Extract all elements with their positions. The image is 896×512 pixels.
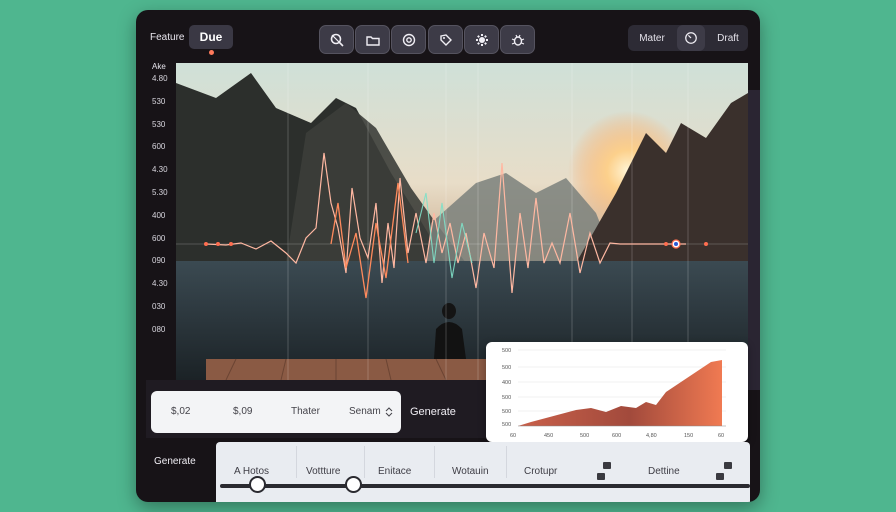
top-toolbar: Feature Due Mater Draft (136, 10, 760, 62)
checkbox[interactable] (716, 473, 724, 480)
tool-debug[interactable] (500, 25, 535, 54)
y-axis-tick: 090 (152, 256, 166, 266)
mini-x-tick: 150 (684, 433, 693, 439)
mini-x-tick: 600 (612, 433, 621, 439)
mini-y-tick: 500 (502, 365, 511, 371)
value-1: $,02 (171, 406, 191, 417)
y-axis-tick: 030 (152, 302, 166, 311)
value-3: Thater (291, 406, 320, 417)
mini-y-tick: 500 (502, 422, 511, 428)
mini-y-tick: 500 (502, 395, 511, 401)
tool-settings[interactable] (464, 25, 499, 54)
checkbox[interactable] (597, 473, 605, 480)
landscape-plot-area (176, 63, 748, 380)
mini-area-chart: 500 500 400 500 500 500 60 450 500 600 4… (486, 342, 748, 442)
checkbox[interactable] (603, 462, 611, 469)
target-icon (402, 33, 415, 46)
column-divider (434, 446, 435, 478)
gear-icon (475, 33, 488, 46)
y-axis-tick: 4.30 (152, 279, 168, 289)
range-slider-start-knob[interactable] (249, 476, 267, 493)
tool-target[interactable] (391, 25, 426, 54)
column-divider (506, 446, 507, 478)
y-axis-tick: 4.30 (152, 165, 168, 175)
mini-x-tick: 60 (718, 433, 724, 439)
bug-icon (511, 34, 524, 46)
timer-button[interactable] (677, 25, 705, 51)
checkbox[interactable] (724, 462, 732, 469)
draft-button[interactable]: Draft (706, 25, 750, 51)
column-header[interactable]: Dettine (648, 466, 680, 477)
table-header-bar: A Hotos Vottture Enitace Wotauin Crotupr… (216, 442, 750, 502)
y-axis-tick: 400 (152, 210, 166, 220)
mini-x-tick: 500 (580, 433, 589, 439)
mini-y-tick: 400 (502, 380, 511, 386)
search-off-icon (330, 33, 344, 47)
tag-icon (439, 33, 452, 46)
column-header[interactable]: Vottture (306, 466, 340, 477)
app-window: Feature Due Mater Draft Ake 4.80 530 530 60… (136, 10, 760, 502)
value-4: Senam (349, 406, 381, 417)
column-header[interactable]: A Hotos (234, 466, 269, 477)
y-axis-tick: 5.30 (152, 188, 168, 197)
range-slider-end-knob[interactable] (344, 476, 362, 493)
y-axis: 4.80 530 530 600 4.30 5.30 400 600 090 4.30 030 080 (144, 74, 176, 374)
due-indicator-dot (209, 50, 214, 55)
column-header[interactable]: Crotupr (524, 466, 557, 477)
mini-y-tick: 500 (502, 409, 511, 415)
values-bar: $,02 $,09 Thater Senam (151, 391, 401, 433)
value-2: $,09 (233, 406, 253, 417)
generate-label-bottom[interactable]: Generate (154, 456, 196, 467)
tool-folder[interactable] (355, 25, 390, 54)
range-slider-track[interactable] (220, 484, 750, 488)
column-divider (296, 446, 297, 478)
clock-icon (685, 32, 697, 44)
mini-x-tick: 60 (510, 433, 516, 439)
tool-search-off[interactable] (319, 25, 354, 54)
column-divider (364, 446, 365, 478)
feature-label: Feature (150, 32, 185, 43)
mini-y-tick: 500 (502, 348, 511, 354)
mini-x-tick: 450 (544, 433, 553, 439)
y-axis-title: Ake (152, 62, 166, 71)
tool-tag[interactable] (428, 25, 463, 54)
sort-icon (385, 407, 393, 417)
mini-x-tick: 4,80 (646, 433, 657, 439)
y-axis-tick: 4.80 (152, 74, 168, 83)
y-axis-tick: 530 (152, 119, 166, 129)
folder-icon (365, 35, 380, 46)
mater-button[interactable]: Mater (628, 25, 676, 51)
column-header[interactable]: Wotauin (452, 466, 489, 477)
y-axis-tick: 600 (152, 233, 166, 243)
generate-label-top[interactable]: Generate (410, 406, 456, 418)
column-header[interactable]: Enitace (378, 466, 411, 477)
y-axis-tick: 530 (152, 96, 166, 106)
due-button[interactable]: Due (189, 25, 233, 49)
window-edge (746, 90, 760, 390)
y-axis-tick: 600 (152, 142, 166, 152)
y-axis-tick: 080 (152, 324, 166, 334)
